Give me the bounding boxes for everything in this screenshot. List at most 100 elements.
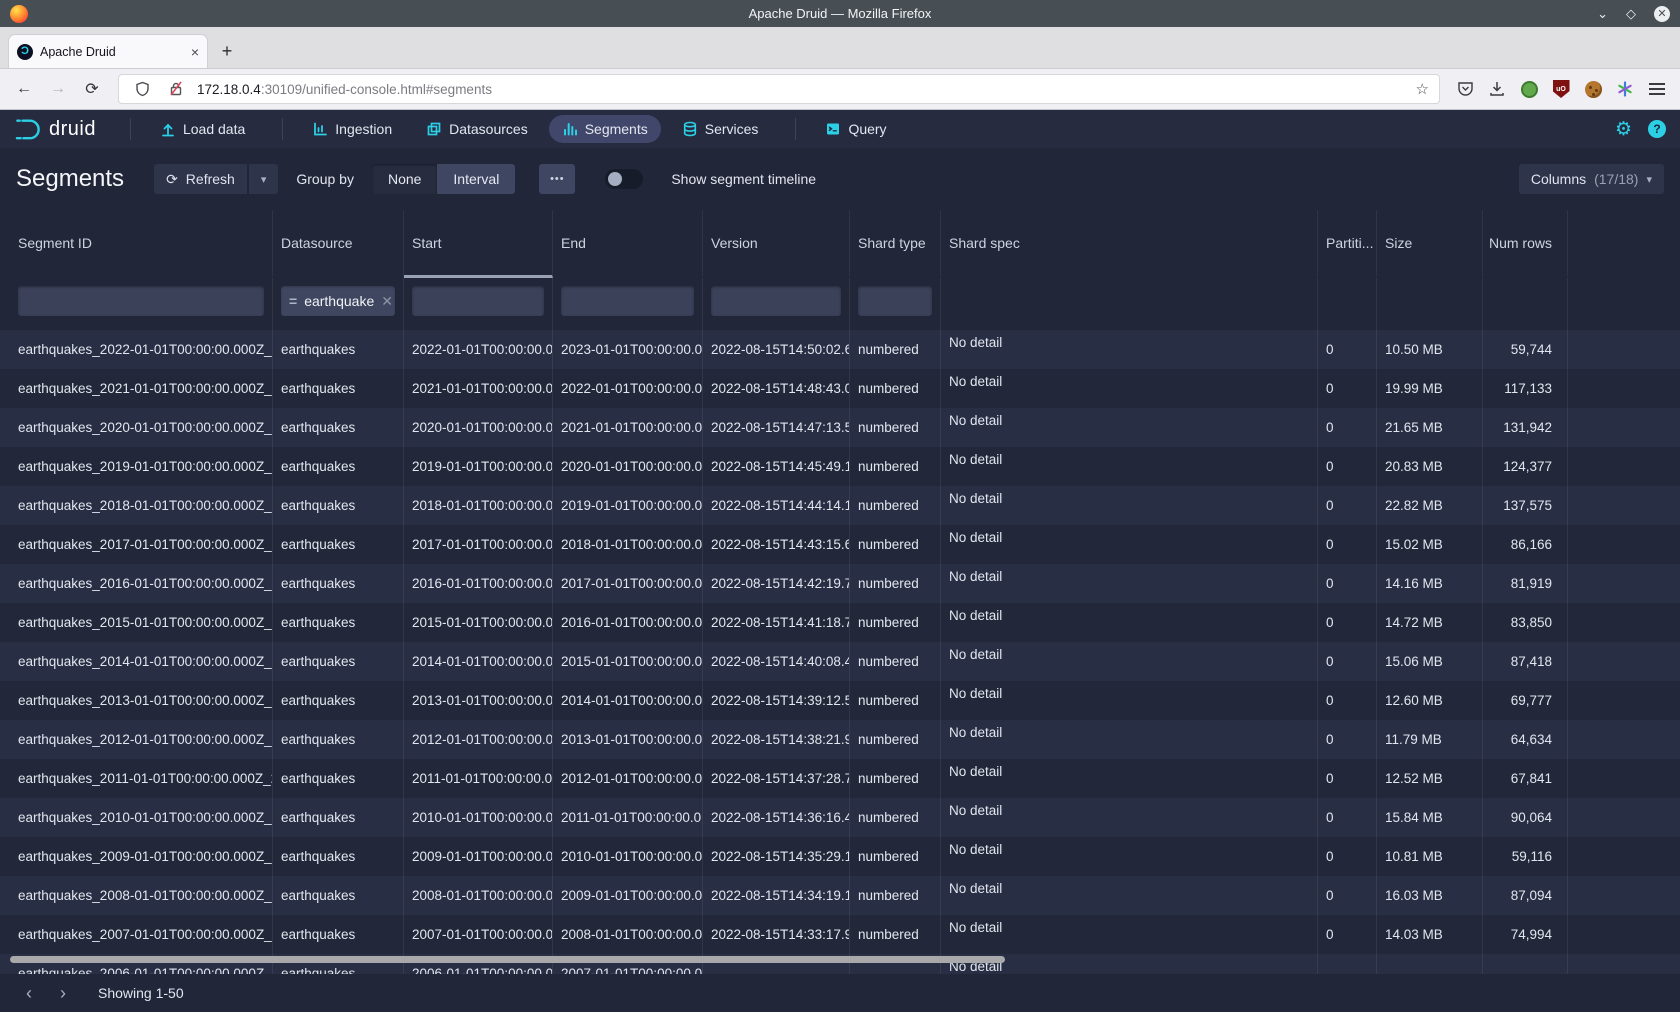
forward-button[interactable]: → <box>44 75 72 103</box>
column-header-datasource[interactable]: Datasource <box>273 210 404 278</box>
cell-size: 12.60 MB <box>1377 681 1483 720</box>
group-by-interval-button[interactable]: Interval <box>437 164 515 194</box>
tab-title: Apache Druid <box>40 45 184 59</box>
group-by-none-button[interactable]: None <box>372 164 437 194</box>
ublock-extension-icon[interactable]: uO <box>1548 76 1574 102</box>
table-row[interactable]: earthquakes_2015-01-01T00:00:00.000Z_2..… <box>0 603 1680 642</box>
table-row[interactable]: earthquakes_2022-01-01T00:00:00.000Z_2..… <box>0 330 1680 369</box>
shield-icon[interactable] <box>129 76 155 102</box>
cell-segment-id: earthquakes_2022-01-01T00:00:00.000Z_2..… <box>10 330 273 369</box>
druid-brand[interactable]: druid <box>14 117 96 141</box>
column-header-segment-id[interactable]: Segment ID <box>10 210 273 278</box>
cell-start: 2012-01-01T00:00:00.0... <box>404 720 553 759</box>
cell-num-rows: 83,850 <box>1483 603 1568 642</box>
cell-segment-id: earthquakes_2017-01-01T00:00:00.000Z_2..… <box>10 525 273 564</box>
cell-shard-spec: No detail <box>941 681 1318 720</box>
table-row[interactable]: earthquakes_2011-01-01T00:00:00.000Z_2..… <box>0 759 1680 798</box>
remove-filter-icon[interactable]: ✕ <box>381 293 393 310</box>
window-close-button[interactable]: ✕ <box>1654 6 1670 22</box>
nav-item-segments[interactable]: Segments <box>549 115 661 143</box>
cell-end: 2015-01-01T00:00:00.0... <box>553 642 703 681</box>
datasource-filter-tag[interactable]: = earthquake ✕ <box>281 286 395 316</box>
column-header-size[interactable]: Size <box>1377 210 1483 278</box>
nav-item-label: Load data <box>183 121 245 137</box>
cell-partitions: 0 <box>1318 564 1377 603</box>
table-row[interactable]: earthquakes_2009-01-01T00:00:00.000Z_2..… <box>0 837 1680 876</box>
nav-item-datasources[interactable]: Datasources <box>413 115 541 143</box>
toggle-knob <box>608 172 622 186</box>
privacy-badger-extension-icon[interactable] <box>1516 76 1542 102</box>
url-text[interactable]: 172.18.0.4:30109/unified-console.html#se… <box>197 82 1408 97</box>
back-button[interactable]: ← <box>10 75 38 103</box>
window-minimize-button[interactable]: ⌄ <box>1597 7 1608 20</box>
filter-segment-id-input[interactable] <box>18 286 264 316</box>
filter-version-input[interactable] <box>711 286 841 316</box>
column-header-version[interactable]: Version <box>703 210 850 278</box>
refresh-caret-button[interactable]: ▾ <box>249 164 279 194</box>
cell-size: 15.06 MB <box>1377 642 1483 681</box>
url-bar[interactable]: 172.18.0.4:30109/unified-console.html#se… <box>118 74 1440 104</box>
column-header-shard-spec[interactable]: Shard spec <box>941 210 1318 278</box>
column-header-partitions[interactable]: Partiti... <box>1318 210 1377 278</box>
cell-partitions: 0 <box>1318 447 1377 486</box>
filter-start-input[interactable] <box>412 286 544 316</box>
pocket-icon[interactable] <box>1452 76 1478 102</box>
cell-size: 10.81 MB <box>1377 837 1483 876</box>
window-maximize-button[interactable]: ◇ <box>1626 7 1636 20</box>
table-row[interactable]: earthquakes_2014-01-01T00:00:00.000Z_2..… <box>0 642 1680 681</box>
cell-segment-id: earthquakes_2016-01-01T00:00:00.000Z_2..… <box>10 564 273 603</box>
insecure-lock-icon[interactable] <box>163 76 189 102</box>
table-row[interactable]: earthquakes_2010-01-01T00:00:00.000Z_2..… <box>0 798 1680 837</box>
next-page-button[interactable]: › <box>50 980 76 1006</box>
filter-end-input[interactable] <box>561 286 694 316</box>
table-row[interactable]: earthquakes_2021-01-01T00:00:00.000Z_2..… <box>0 369 1680 408</box>
prev-page-button[interactable]: ‹ <box>16 980 42 1006</box>
table-row[interactable]: earthquakes_2013-01-01T00:00:00.000Z_2..… <box>0 681 1680 720</box>
column-header-num-rows[interactable]: Num rows <box>1483 210 1568 278</box>
cell-size: 16.03 MB <box>1377 876 1483 915</box>
column-header-end[interactable]: End <box>553 210 703 278</box>
asterisk-extension-icon[interactable] <box>1612 76 1638 102</box>
nav-item-ingestion[interactable]: Ingestion <box>299 115 405 143</box>
refresh-icon: ⟳ <box>166 171 178 188</box>
nav-item-services[interactable]: Services <box>669 115 772 143</box>
cell-partitions: 0 <box>1318 330 1377 369</box>
cell-datasource: earthquakes <box>273 720 404 759</box>
table-row[interactable]: earthquakes_2019-01-01T00:00:00.000Z_2..… <box>0 447 1680 486</box>
browser-tab[interactable]: Ɔ Apache Druid × <box>8 34 208 68</box>
filter-shard-type-input[interactable] <box>858 286 932 316</box>
row-filler <box>1568 798 1680 837</box>
column-header-shard-type[interactable]: Shard type <box>850 210 941 278</box>
segment-timeline-toggle[interactable] <box>605 169 643 189</box>
menu-hamburger-icon[interactable] <box>1644 76 1670 102</box>
help-icon[interactable]: ? <box>1648 120 1666 138</box>
horizontal-scrollbar[interactable] <box>10 956 1005 963</box>
refresh-button[interactable]: ⟳ Refresh <box>154 164 247 194</box>
nav-item-load-data[interactable]: Load data <box>147 115 258 143</box>
table-row[interactable]: earthquakes_2018-01-01T00:00:00.000Z_2..… <box>0 486 1680 525</box>
table-row[interactable]: earthquakes_2008-01-01T00:00:00.000Z_2..… <box>0 876 1680 915</box>
downloads-icon[interactable] <box>1484 76 1510 102</box>
table-row[interactable]: earthquakes_2012-01-01T00:00:00.000Z_2..… <box>0 720 1680 759</box>
gear-icon[interactable]: ⚙ <box>1615 120 1632 139</box>
table-row[interactable]: earthquakes_2017-01-01T00:00:00.000Z_2..… <box>0 525 1680 564</box>
table-row[interactable]: earthquakes_2020-01-01T00:00:00.000Z_2..… <box>0 408 1680 447</box>
url-path: :30109/unified-console.html#segments <box>261 82 492 97</box>
table-row[interactable]: earthquakes_2016-01-01T00:00:00.000Z_2..… <box>0 564 1680 603</box>
reload-button[interactable]: ⟳ <box>78 75 106 103</box>
cookie-extension-icon[interactable] <box>1580 76 1606 102</box>
column-header-start[interactable]: Start <box>404 210 553 278</box>
cell-size: 14.16 MB <box>1377 564 1483 603</box>
table-row[interactable]: earthquakes_2007-01-01T00:00:00.000Z_2..… <box>0 915 1680 954</box>
tab-close-icon[interactable]: × <box>191 44 199 60</box>
columns-button[interactable]: Columns (17/18) ▾ <box>1519 164 1664 194</box>
more-options-button[interactable]: ••• <box>539 164 575 194</box>
nav-item-query[interactable]: Query <box>812 115 899 143</box>
cell-datasource: earthquakes <box>273 525 404 564</box>
cell-shard-type: numbered <box>850 486 941 525</box>
cell-partitions: 0 <box>1318 603 1377 642</box>
row-filler <box>1568 876 1680 915</box>
bookmark-star-icon[interactable]: ☆ <box>1416 80 1429 98</box>
new-tab-button[interactable]: + <box>212 36 242 66</box>
column-header-filler <box>1568 210 1680 278</box>
